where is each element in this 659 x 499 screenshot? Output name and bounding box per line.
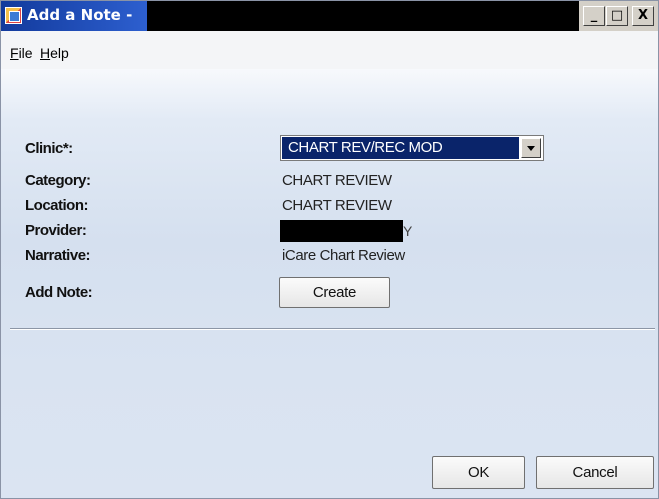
add-note-label: Add Note: — [25, 284, 93, 301]
menu-file-mnemonic: F — [10, 45, 19, 61]
clinic-label: Clinic*: — [25, 140, 73, 157]
menu-help-mnemonic: H — [40, 45, 51, 61]
maximize-button[interactable]: □ — [606, 6, 628, 26]
menu-help-label: elp — [50, 45, 69, 61]
clinic-selected-value: CHART REV/REC MOD — [282, 137, 519, 159]
close-button[interactable]: X — [632, 6, 654, 26]
title-bar-active-area: Add a Note - — [1, 1, 147, 31]
provider-value-tail: Y — [403, 223, 413, 239]
category-label: Category: — [25, 172, 91, 189]
provider-label: Provider: — [25, 222, 87, 239]
cancel-button[interactable]: Cancel — [536, 456, 654, 489]
create-button[interactable]: Create — [279, 277, 390, 308]
window-title: Add a Note - — [27, 6, 133, 24]
title-bar[interactable]: Add a Note - _ □ X — [1, 1, 658, 31]
category-value: CHART REVIEW — [282, 172, 392, 189]
menu-file-label: ile — [18, 45, 33, 61]
narrative-label: Narrative: — [25, 247, 91, 264]
provider-redaction — [280, 220, 403, 242]
location-label: Location: — [25, 197, 89, 214]
add-note-window: Add a Note - _ □ X File Help Clinic*: CH… — [0, 0, 659, 499]
minimize-button[interactable]: _ — [583, 6, 605, 26]
app-icon[interactable] — [5, 7, 22, 24]
menu-bar: File Help — [1, 31, 658, 69]
ok-button[interactable]: OK — [432, 456, 525, 489]
clinic-dropdown[interactable]: CHART REV/REC MOD — [280, 135, 544, 161]
section-divider — [10, 328, 655, 330]
menu-help[interactable]: Help — [40, 45, 69, 61]
location-value: CHART REVIEW — [282, 197, 392, 214]
window-controls: _ □ X — [579, 1, 658, 31]
chevron-down-icon[interactable] — [521, 138, 541, 158]
narrative-value: iCare Chart Review — [282, 247, 405, 264]
menu-file[interactable]: File — [10, 45, 33, 61]
